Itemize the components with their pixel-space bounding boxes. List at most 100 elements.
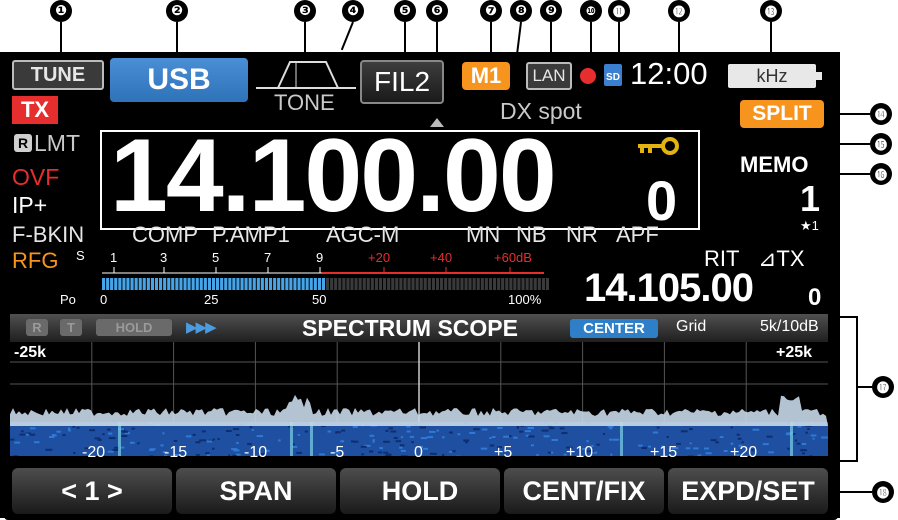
axis-label: +5 <box>494 444 512 462</box>
meter-segment <box>546 278 549 290</box>
waterfall-speck <box>686 447 691 449</box>
waterfall-speck <box>401 455 408 456</box>
tx-label: TX <box>21 97 49 122</box>
tx-indicator: TX <box>12 96 58 124</box>
waterfall-speck <box>73 452 75 454</box>
waterfall-speck <box>379 447 383 449</box>
softkey-frame <box>4 464 838 520</box>
waterfall-speck <box>373 441 375 443</box>
s-tick-9: 9 <box>316 250 323 265</box>
unit-tag[interactable]: kHz <box>728 64 816 88</box>
waterfall-speck <box>252 429 254 431</box>
split-badge[interactable]: SPLIT <box>740 100 824 128</box>
clock: 12:00 <box>630 56 708 92</box>
waterfall-signal-trace <box>290 422 293 456</box>
meter-segment <box>403 278 406 290</box>
meter-segment <box>375 278 378 290</box>
waterfall-speck <box>689 428 693 430</box>
waterfall-speck <box>77 427 80 429</box>
meter-segment <box>171 278 174 290</box>
s-tick-plus60: +60dB <box>494 250 532 265</box>
waterfall-speck <box>370 435 375 437</box>
waterfall-speck <box>369 451 373 453</box>
unit-label: kHz <box>757 66 788 86</box>
waterfall-speck <box>549 427 554 429</box>
waterfall-speck <box>821 437 828 439</box>
meter-segment <box>322 278 325 290</box>
meter-segment <box>505 278 508 290</box>
function-fbkin: F-BKIN <box>12 222 84 248</box>
mode-button[interactable]: USB <box>110 58 248 102</box>
waterfall-speck <box>236 434 240 436</box>
s-meter-label: S <box>76 248 85 263</box>
waterfall-speck <box>34 441 40 443</box>
meter-segment <box>509 278 512 290</box>
sub-frequency[interactable]: 14.105.00 <box>584 266 753 311</box>
meter-segment <box>269 278 272 290</box>
waterfall-speck <box>108 433 112 435</box>
waterfall-signal-trace <box>620 422 623 456</box>
meter-segment <box>188 278 191 290</box>
axis-label: -5 <box>330 444 344 462</box>
meter-segment <box>151 278 154 290</box>
meter-segment <box>338 278 341 290</box>
meter-segment <box>204 278 207 290</box>
waterfall-speck <box>132 428 135 430</box>
meter-segment <box>493 278 496 290</box>
lan-indicator: LAN <box>526 62 572 90</box>
meter-segment <box>106 278 109 290</box>
callout-15: ⓯ <box>870 133 892 155</box>
filter-button[interactable]: FIL2 <box>360 60 444 104</box>
meter-segment <box>497 278 500 290</box>
meter-segment <box>314 278 317 290</box>
waterfall-speck <box>552 439 559 441</box>
callout-12: ⓬ <box>668 0 690 22</box>
scope-center-badge[interactable]: CENTER <box>570 319 658 338</box>
waterfall-speck <box>68 430 71 432</box>
waterfall-speck <box>560 427 565 429</box>
waterfall-speck <box>212 448 215 450</box>
waterfall-speck <box>642 447 648 449</box>
waterfall-speck <box>150 448 156 450</box>
waterfall-speck <box>411 441 414 443</box>
waterfall-speck <box>437 430 440 432</box>
meter-segment <box>179 278 182 290</box>
scope-t-pill[interactable]: T <box>60 319 82 336</box>
scope-r-pill[interactable]: R <box>26 319 48 336</box>
waterfall-speck <box>353 426 358 428</box>
meter-segment <box>155 278 158 290</box>
meter-segment <box>465 278 468 290</box>
waterfall-speck <box>298 434 300 436</box>
tune-indicator[interactable]: TUNE <box>12 60 104 90</box>
waterfall-speck <box>68 428 71 430</box>
waterfall-speck <box>174 440 178 442</box>
callout-13: ⓭ <box>760 0 782 22</box>
waterfall-speck <box>56 431 61 433</box>
axis-label: +15 <box>650 444 677 462</box>
waterfall-speck <box>30 434 35 436</box>
spectrum-waterfall[interactable] <box>10 342 828 456</box>
meter-segment <box>220 278 223 290</box>
waterfall-speck <box>731 426 734 428</box>
scope-title: SPECTRUM SCOPE <box>302 315 518 342</box>
callout-1: ❶ <box>50 0 72 22</box>
scope-sweep-arrows: ▶▶▶ <box>186 318 215 336</box>
waterfall-signal-trace <box>118 422 121 456</box>
waterfall-speck <box>341 430 345 432</box>
waterfall-speck <box>741 441 743 443</box>
scope-hold-pill[interactable]: HOLD <box>96 319 172 336</box>
waterfall-speck <box>102 433 105 435</box>
waterfall-speck <box>257 435 264 437</box>
lmt-indicator: LMT <box>34 130 80 157</box>
waterfall-speck <box>351 440 354 442</box>
waterfall-speck <box>89 429 95 431</box>
waterfall-speck <box>802 452 805 454</box>
waterfall-speck <box>544 435 550 437</box>
meter-segment <box>236 278 239 290</box>
memory-channel-badge[interactable]: M1 <box>462 62 510 90</box>
meter-segment <box>485 278 488 290</box>
waterfall-speck <box>250 426 253 428</box>
waterfall-speck <box>531 444 534 446</box>
meter-segment <box>477 278 480 290</box>
waterfall-speck <box>469 432 475 434</box>
